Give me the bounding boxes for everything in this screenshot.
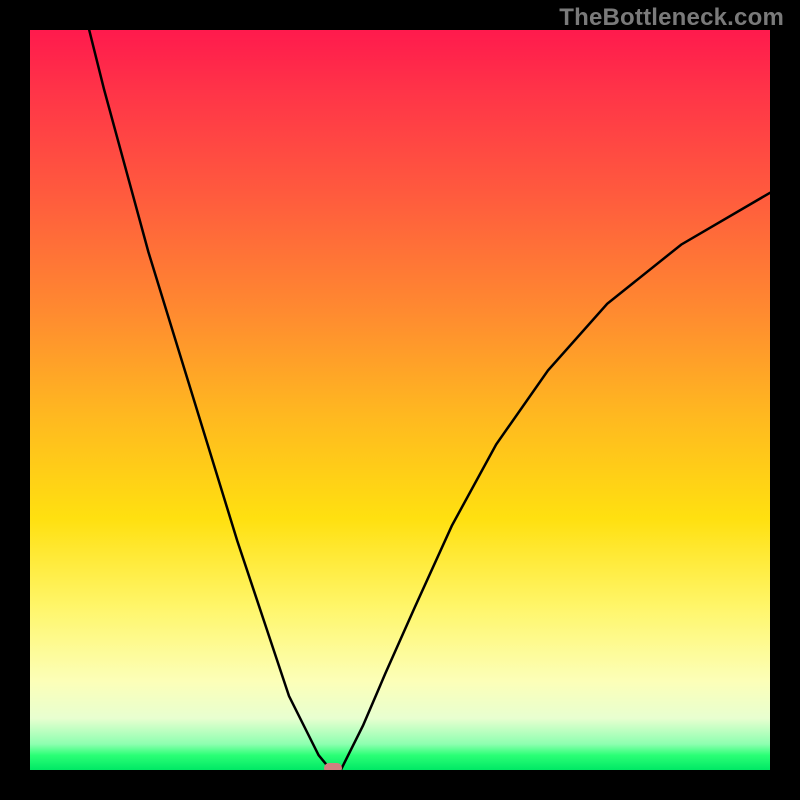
watermark-text: TheBottleneck.com — [559, 4, 784, 32]
plot-area — [30, 30, 770, 770]
optimum-marker — [324, 763, 342, 770]
bottleneck-curve — [30, 30, 770, 770]
chart-frame: TheBottleneck.com — [0, 0, 800, 800]
